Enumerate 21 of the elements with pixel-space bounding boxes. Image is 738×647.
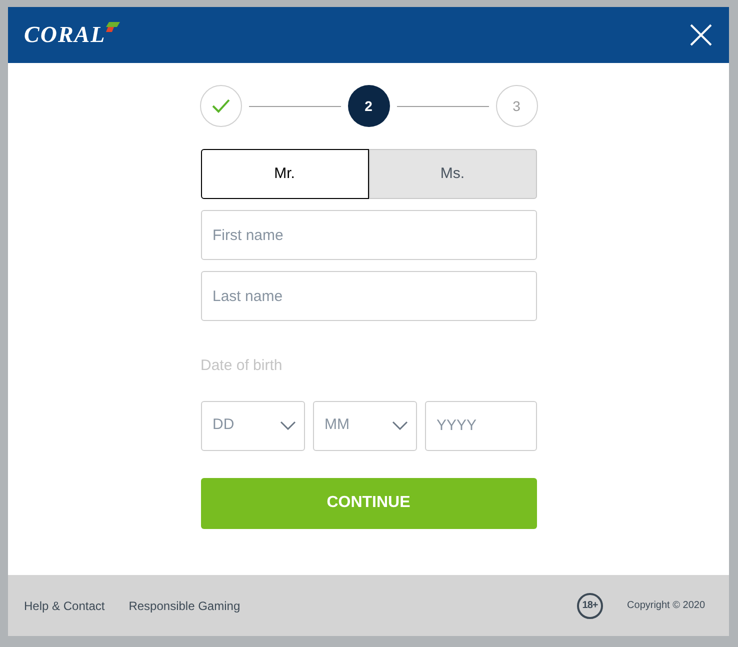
title-option[interactable]: Mr. [200,149,368,199]
text-field[interactable]: First name [200,210,536,260]
chevron-down-icon [280,421,296,430]
date-select[interactable]: MM [312,400,416,450]
close-button[interactable] [689,23,713,47]
close-icon [690,24,712,46]
check-icon [210,98,230,114]
flag-icon [106,22,120,32]
date-of-birth-label: Date of birth [200,356,284,376]
copyright: Copyright © 2020 [627,599,705,613]
chevron-down-icon [392,421,408,430]
year-field[interactable]: YYYY [424,400,536,450]
footer-link[interactable]: Help & Contact [24,596,105,614]
date-select[interactable]: DD [200,400,304,450]
select-placeholder: DD [212,415,234,436]
logo: CORAL [24,20,106,49]
select-placeholder: MM [324,415,350,436]
age-badge: 18+ [577,592,604,618]
text-field[interactable]: Last name [200,271,536,321]
title-option[interactable]: Ms. [368,149,536,199]
footer-link[interactable]: Responsible Gaming [128,596,240,614]
